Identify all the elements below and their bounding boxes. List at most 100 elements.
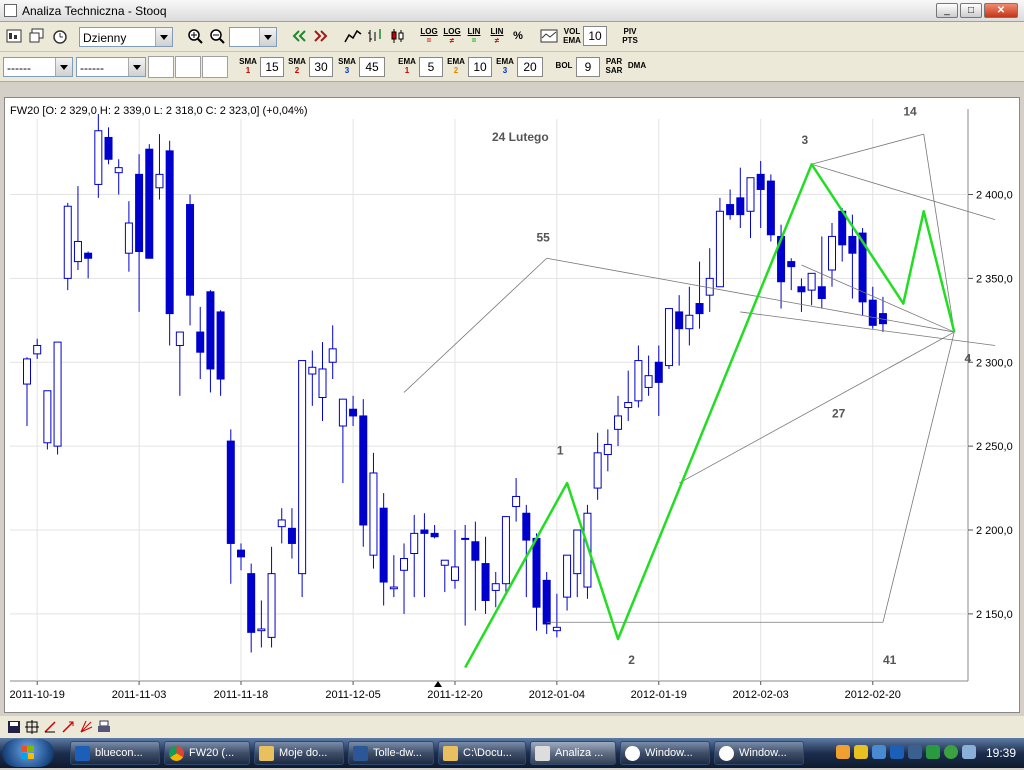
close-button[interactable]: ✕: [984, 3, 1018, 18]
parabolic-sar-button[interactable]: PAR SAR: [604, 57, 624, 75]
task-documents[interactable]: Moje do...: [254, 741, 344, 765]
bollinger-label: BOL: [555, 61, 573, 70]
candle-body: [593, 452, 602, 489]
bluecon-icon: [75, 746, 90, 761]
info-icon[interactable]: [944, 745, 958, 759]
price-chart[interactable]: FW20 [O: 2 329,0 H: 2 339,0 L: 2 318,0 C…: [4, 97, 1020, 713]
period-marker-icon: [434, 681, 442, 687]
fan-line: [740, 311, 996, 346]
task-window-1[interactable]: Window...: [620, 741, 710, 765]
task-chrome[interactable]: FW20 (...: [164, 741, 250, 765]
candle-body: [84, 252, 93, 259]
start-button[interactable]: [2, 739, 54, 767]
candle-body: [216, 311, 225, 380]
chevron-down-icon: [259, 28, 276, 46]
task-bluecon[interactable]: bluecon...: [70, 741, 160, 765]
fan-label: 27: [832, 407, 846, 421]
candle-body: [542, 579, 551, 625]
zoom-out-icon[interactable]: [206, 25, 228, 47]
empty-slot-2[interactable]: [175, 56, 201, 78]
volume-icon[interactable]: [962, 745, 976, 759]
candle-body: [23, 358, 31, 385]
print-icon[interactable]: [93, 716, 115, 738]
task-analiza[interactable]: Analiza ...: [530, 741, 616, 765]
wifi-icon[interactable]: [926, 745, 940, 759]
scroll-right-icon[interactable]: [310, 25, 332, 47]
ema3-input[interactable]: 20: [517, 57, 543, 77]
x-tick-label: 2011-12-20: [427, 689, 482, 701]
candle-body: [298, 360, 307, 575]
dma-button[interactable]: DMA: [626, 61, 648, 70]
vol-ema-input[interactable]: 10: [583, 26, 607, 46]
zoom-in-icon[interactable]: [184, 25, 206, 47]
new-window-icon[interactable]: [26, 25, 48, 47]
system-tray: 19:39: [830, 740, 1024, 766]
ohlc-chart-icon[interactable]: [364, 25, 386, 47]
candlestick-chart-icon[interactable]: [387, 25, 409, 47]
empty-slot-3[interactable]: [202, 56, 228, 78]
candle-body: [736, 197, 745, 216]
minimize-button[interactable]: _: [936, 3, 958, 18]
candle-body: [644, 375, 653, 388]
bollinger-input[interactable]: 9: [576, 57, 600, 77]
candle-body: [705, 277, 714, 296]
candle-body: [481, 563, 490, 601]
task-word[interactable]: Tolle-dw...: [348, 741, 434, 765]
candle-body: [226, 440, 235, 544]
candle-body: [807, 272, 816, 291]
ema2-label: EMA 2: [447, 57, 465, 75]
sma2-input[interactable]: 30: [309, 57, 333, 77]
sma1-input[interactable]: 15: [260, 57, 284, 77]
ema2-input[interactable]: 10: [468, 57, 492, 77]
candle-body: [73, 240, 82, 263]
candle-body: [746, 177, 755, 212]
lin-equal-button[interactable]: LIN =: [463, 27, 485, 45]
candle-body: [766, 180, 775, 236]
chart-window-icon[interactable]: [3, 25, 25, 47]
zoom-select[interactable]: [229, 27, 277, 47]
percent-button[interactable]: %: [509, 27, 527, 45]
maximize-button[interactable]: □: [960, 3, 982, 18]
chrome-icon: [169, 746, 184, 761]
scroll-left-icon[interactable]: [288, 25, 310, 47]
java-icon[interactable]: [836, 745, 850, 759]
ema1-input[interactable]: 5: [419, 57, 443, 77]
candle-body: [624, 402, 633, 409]
candle-body: [318, 368, 327, 398]
x-tick-label: 2012-01-19: [631, 689, 687, 701]
folder-icon: [443, 746, 458, 761]
clock-icon[interactable]: [49, 25, 71, 47]
vol-ema-label: VOL EMA: [563, 27, 581, 45]
indicator-select-2[interactable]: ------: [76, 57, 146, 77]
log-notequal-button[interactable]: LOG ≠: [441, 27, 463, 45]
chart-title: FW20 [O: 2 329,0 H: 2 339,0 L: 2 318,0 C…: [10, 105, 307, 117]
shield-icon[interactable]: [854, 745, 868, 759]
period-select-value: Dzienny: [83, 31, 127, 45]
lin-notequal-button[interactable]: LIN ≠: [486, 27, 508, 45]
x-tick-label: 2012-02-03: [733, 689, 789, 701]
candle-body: [124, 222, 133, 254]
pivot-points-button[interactable]: PIV PTS: [619, 27, 641, 45]
volume-chart-icon[interactable]: [538, 25, 560, 47]
candle-body: [695, 303, 704, 315]
task-window-2[interactable]: Window...: [714, 741, 804, 765]
y-tick-label: 2 400,0: [976, 189, 1013, 201]
task-explorer[interactable]: C:\Docu...: [438, 741, 526, 765]
bluecon-tray-icon[interactable]: [890, 745, 904, 759]
candle-body: [634, 360, 643, 402]
candle-body: [104, 136, 113, 160]
line-chart-icon[interactable]: [342, 25, 364, 47]
devices-icon[interactable]: [908, 745, 922, 759]
x-tick-label: 2011-11-03: [112, 689, 167, 701]
candle-body: [379, 507, 388, 583]
fan-label: 41: [883, 653, 897, 667]
indicator-select-1[interactable]: ------: [3, 57, 73, 77]
sma3-input[interactable]: 45: [359, 57, 385, 77]
period-select[interactable]: Dzienny: [79, 27, 173, 47]
network-icon[interactable]: [872, 745, 886, 759]
indicator-toolbar: ------ ------ SMA 1 15 SMA 2 30 SMA 3 45 EM…: [0, 52, 1024, 82]
candle-body: [756, 173, 765, 190]
log-equal-button[interactable]: LOG =: [418, 27, 440, 45]
media-player-icon: [719, 746, 734, 761]
empty-slot-1[interactable]: [148, 56, 174, 78]
